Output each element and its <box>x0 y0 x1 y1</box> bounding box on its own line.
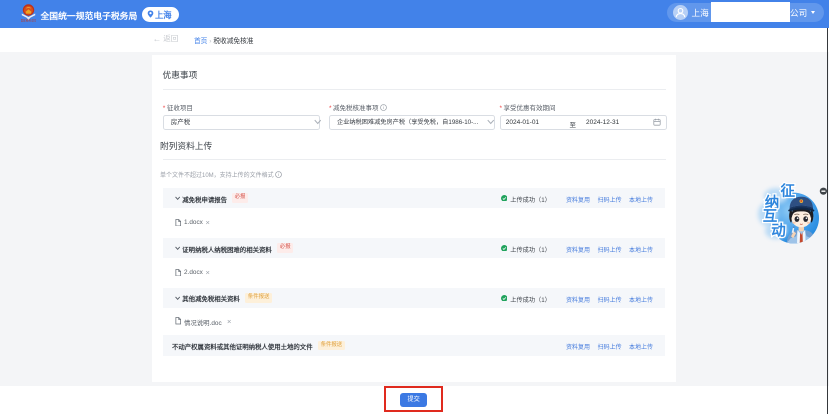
svg-text:i: i <box>383 105 384 110</box>
svg-text:征: 征 <box>780 182 795 200</box>
svg-text:i: i <box>278 172 279 177</box>
svg-text:国家税务总局: 国家税务总局 <box>21 18 36 21</box>
svg-text:互: 互 <box>763 208 778 225</box>
svg-text:动: 动 <box>771 222 786 240</box>
